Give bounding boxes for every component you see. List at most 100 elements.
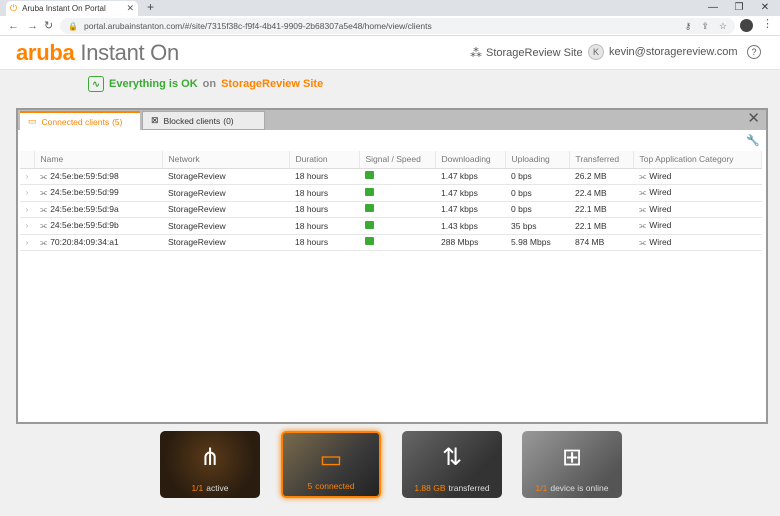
tile-label: 1/1 device is online <box>522 483 622 493</box>
client-app-category: Wired <box>649 170 672 181</box>
column-header-duration[interactable]: Duration <box>289 151 360 169</box>
column-header-app-category[interactable]: Top Application Category <box>633 151 762 169</box>
expand-row-chevron-icon[interactable]: › <box>20 168 34 185</box>
column-header-network[interactable]: Network <box>162 151 290 169</box>
expand-row-chevron-icon[interactable]: › <box>20 234 34 251</box>
client-network: StorageReview <box>162 217 289 235</box>
table-row[interactable]: › ⫘ 24:5e:be:59:5d:9a StorageReview 18 ho… <box>20 201 762 218</box>
help-icon[interactable]: ? <box>747 45 761 59</box>
wired-category-icon: ⫘ <box>639 204 647 214</box>
tab-count: (0) <box>223 115 234 126</box>
client-downloading: 1.47 kbps <box>435 184 505 202</box>
signal-wired-icon <box>365 187 374 196</box>
profile-avatar-icon[interactable] <box>740 19 753 32</box>
tab-connected-clients[interactable]: ▭ Connected clients (5) <box>20 111 140 130</box>
site-grid-icon: ⁂ <box>470 46 482 60</box>
wired-category-icon: ⫘ <box>639 221 647 231</box>
client-network: StorageReview <box>162 234 289 251</box>
tile-network-active[interactable]: ⋔ 1/1 active <box>160 431 260 498</box>
wired-category-icon: ⫘ <box>639 237 647 247</box>
site-health-status: ∿ Everything is OK on StorageReview Site <box>88 76 323 92</box>
client-name: 24:5e:be:59:5d:98 <box>50 170 119 181</box>
expand-row-chevron-icon[interactable]: › <box>20 217 34 235</box>
column-header-name[interactable]: Name <box>34 151 163 169</box>
browser-menu-icon[interactable]: ⋮ <box>762 17 773 30</box>
client-downloading: 1.47 kbps <box>435 201 505 218</box>
tile-devices-online[interactable]: ⊞ 1/1 device is online <box>522 431 622 498</box>
address-bar[interactable]: 🔒 portal.arubainstanton.com/#/site/7315f… <box>60 18 735 34</box>
tile-text: transferred <box>448 483 490 493</box>
maximize-button[interactable]: ❐ <box>726 0 752 16</box>
client-downloading: 1.47 kbps <box>435 168 505 185</box>
bookmark-star-icon[interactable]: ☆ <box>719 21 727 32</box>
expand-column-header <box>20 151 35 169</box>
wired-client-icon: ⫘ <box>40 188 48 198</box>
minimize-button[interactable]: — <box>700 0 726 16</box>
column-header-downloading[interactable]: Downloading <box>435 151 506 169</box>
connected-devices-icon: ▭ <box>319 446 343 473</box>
data-transfer-icon: ⇅ <box>441 444 463 471</box>
expand-row-chevron-icon[interactable]: › <box>20 184 34 202</box>
column-header-signal[interactable]: Signal / Speed <box>359 151 436 169</box>
clients-panel: ▭ Connected clients (5) ⊠ Blocked client… <box>16 108 768 424</box>
tile-count: 5 <box>307 481 313 491</box>
table-row[interactable]: › ⫘ 24:5e:be:59:5d:9b StorageReview 18 ho… <box>20 217 762 235</box>
wired-category-icon: ⫘ <box>639 188 647 198</box>
back-arrow-icon[interactable]: ← <box>8 18 19 34</box>
wired-client-icon: ⫘ <box>40 204 48 214</box>
client-duration: 18 hours <box>289 168 359 185</box>
table-row[interactable]: › ⫘ 24:5e:be:59:5d:98 StorageReview 18 ho… <box>20 168 762 185</box>
table-header-row: Name Network Duration Signal / Speed Dow… <box>20 151 762 169</box>
tile-text: active <box>206 483 229 493</box>
wired-client-icon: ⫘ <box>40 237 48 247</box>
client-transferred: 874 MB <box>569 234 633 251</box>
client-downloading: 288 Mbps <box>435 234 505 251</box>
wrench-settings-icon[interactable]: 🔧 <box>746 134 760 147</box>
tile-clients-connected[interactable]: ▭ 5 connected <box>281 431 381 498</box>
logo-product: Instant On <box>80 40 179 65</box>
tile-data-transferred[interactable]: ⇅ 1.88 GB transferred <box>402 431 502 498</box>
browser-tab[interactable]: ⏻ Aruba Instant On Portal ✕ <box>6 1 138 16</box>
wired-client-icon: ⫘ <box>40 221 48 231</box>
user-menu[interactable]: K kevin@storagereview.com <box>588 44 738 60</box>
key-icon[interactable]: ⚷ <box>685 21 692 32</box>
clients-table: Name Network Duration Signal / Speed Dow… <box>20 151 762 251</box>
client-uploading: 0 bps <box>505 168 569 185</box>
app-header: aruba Instant On ⁂ StorageReview Site K k… <box>0 36 780 70</box>
tile-label: 5 connected <box>283 481 379 491</box>
client-app-category: Wired <box>649 187 672 198</box>
column-header-transferred[interactable]: Transferred <box>569 151 634 169</box>
client-transferred: 22.1 MB <box>569 201 633 218</box>
status-site-link[interactable]: StorageReview Site <box>221 78 323 90</box>
forward-arrow-icon[interactable]: → <box>27 18 38 34</box>
tab-close-icon[interactable]: ✕ <box>126 3 134 14</box>
new-tab-button[interactable]: + <box>147 0 154 15</box>
site-selector[interactable]: ⁂ StorageReview Site <box>470 46 583 60</box>
wired-client-icon: ⫘ <box>40 171 48 181</box>
tile-count: 1.88 GB <box>414 483 446 493</box>
close-panel-icon[interactable]: ✕ <box>747 111 760 127</box>
expand-row-chevron-icon[interactable]: › <box>20 201 34 218</box>
client-downloading: 1.43 kbps <box>435 217 505 235</box>
client-name: 70:20:84:09:34:a1 <box>50 236 119 247</box>
aruba-favicon-icon: ⏻ <box>10 3 18 13</box>
wired-category-icon: ⫘ <box>639 171 647 181</box>
share-icon[interactable]: ⇪ <box>701 21 709 32</box>
client-transferred: 22.1 MB <box>569 217 633 235</box>
status-message: Everything is OK <box>109 78 198 90</box>
tile-count: 1/1 <box>191 483 204 493</box>
client-app-category: Wired <box>649 220 672 231</box>
client-uploading: 5.98 Mbps <box>505 234 569 251</box>
user-avatar: K <box>588 44 604 60</box>
tab-blocked-clients[interactable]: ⊠ Blocked clients (0) <box>142 111 265 130</box>
reload-icon[interactable]: ↻ <box>44 18 53 34</box>
tab-label: Blocked clients <box>163 115 221 126</box>
column-header-uploading[interactable]: Uploading <box>505 151 570 169</box>
network-share-icon: ⋔ <box>199 444 221 471</box>
health-pulse-icon: ∿ <box>88 76 104 92</box>
window-close-button[interactable]: ✕ <box>752 0 778 16</box>
table-row[interactable]: › ⫘ 24:5e:be:59:5d:99 StorageReview 18 ho… <box>20 184 762 202</box>
table-row[interactable]: › ⫘ 70:20:84:09:34:a1 StorageReview 18 ho… <box>20 234 762 251</box>
aruba-instant-on-logo[interactable]: aruba Instant On <box>16 40 179 66</box>
client-uploading: 0 bps <box>505 184 569 202</box>
